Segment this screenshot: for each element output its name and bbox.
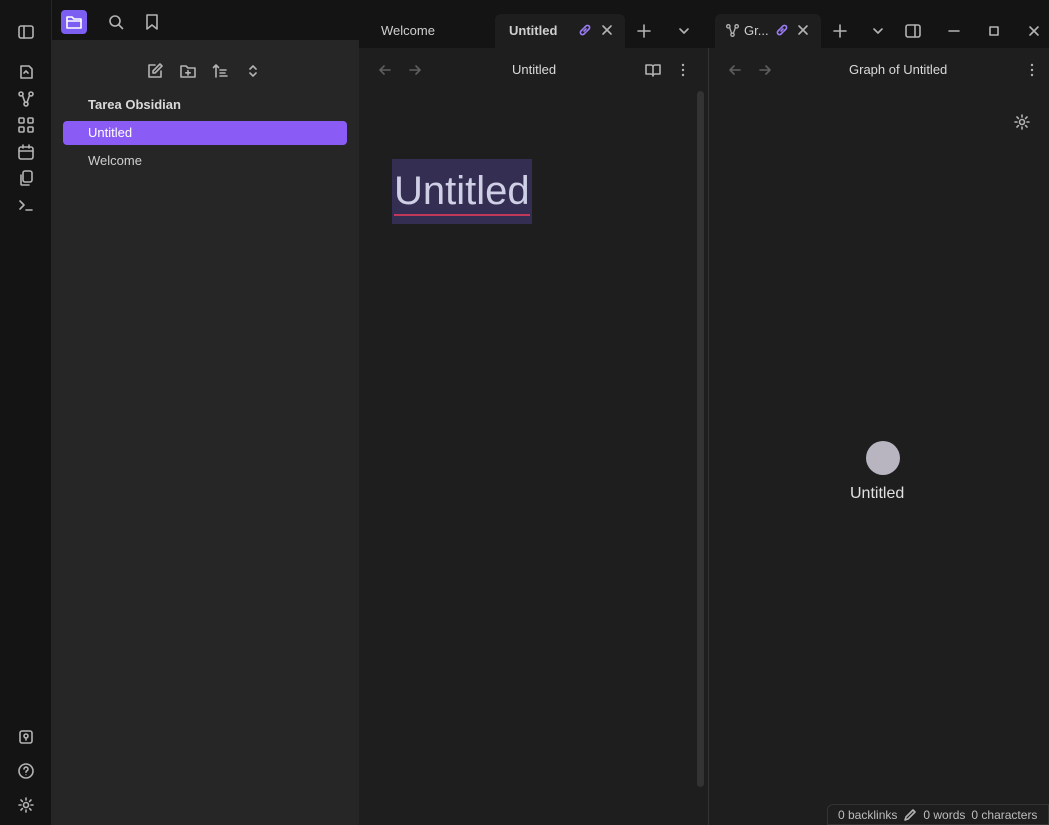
search-tab[interactable] — [103, 10, 129, 34]
ribbon — [0, 0, 52, 825]
new-tab-icon[interactable] — [829, 20, 851, 42]
tab-list-chevron-icon[interactable] — [867, 20, 889, 42]
maximize-window-icon[interactable] — [983, 20, 1005, 42]
new-folder-icon[interactable] — [177, 60, 199, 82]
folder-icon — [65, 13, 83, 31]
note-title-input[interactable]: Untitled — [392, 159, 532, 224]
sort-icon[interactable] — [209, 60, 231, 82]
backlinks-count[interactable]: 0 backlinks — [838, 808, 897, 822]
graph-view-icon[interactable] — [14, 87, 38, 111]
close-tab-icon[interactable] — [795, 22, 811, 38]
files-tab[interactable] — [61, 10, 87, 34]
scrollbar[interactable] — [697, 91, 704, 787]
status-bar: 0 backlinks 0 words 0 characters — [827, 804, 1049, 825]
canvas-icon[interactable] — [14, 113, 38, 137]
tab-bar: Welcome Untitled Gr... — [359, 0, 1049, 48]
edit-pencil-icon[interactable] — [903, 808, 917, 822]
graph-pane: Graph of Untitled Untitled — [708, 48, 1049, 825]
new-note-icon[interactable] — [144, 60, 166, 82]
file-explorer-actions — [52, 60, 359, 82]
close-tab-icon[interactable] — [599, 22, 615, 38]
link-icon — [577, 22, 593, 38]
forward-arrow-icon[interactable] — [755, 60, 775, 80]
more-options-icon[interactable] — [673, 60, 693, 80]
graph-node-label: Untitled — [850, 485, 905, 502]
reading-view-icon[interactable] — [643, 60, 663, 80]
search-icon — [107, 13, 125, 31]
vault-name[interactable]: Tarea Obsidian — [88, 97, 181, 112]
daily-note-icon[interactable] — [14, 140, 38, 164]
forward-arrow-icon[interactable] — [405, 60, 425, 80]
new-tab-icon[interactable] — [633, 20, 655, 42]
file-item-welcome[interactable]: Welcome — [63, 149, 347, 173]
settings-icon[interactable] — [14, 793, 38, 817]
open-quick-switcher-icon[interactable] — [14, 60, 38, 84]
vault-switcher-icon[interactable] — [14, 725, 38, 749]
tab-label: Gr... — [744, 23, 769, 38]
graph-tab-icon — [725, 23, 740, 38]
tab-untitled[interactable]: Untitled — [495, 14, 625, 48]
templates-icon[interactable] — [14, 166, 38, 190]
spellcheck-underline — [394, 214, 530, 216]
command-palette-icon[interactable] — [14, 193, 38, 217]
graph-node[interactable] — [866, 441, 900, 475]
tab-welcome[interactable]: Welcome — [367, 14, 487, 48]
graph-settings-icon[interactable] — [1012, 112, 1032, 132]
bookmark-icon — [143, 13, 161, 31]
file-item-untitled[interactable]: Untitled — [63, 121, 347, 145]
left-sidebar: Tarea Obsidian Untitled Welcome — [52, 0, 359, 825]
tab-label: Welcome — [381, 23, 435, 38]
tab-list-chevron-icon[interactable] — [673, 20, 695, 42]
graph-header-title[interactable]: Graph of Untitled — [849, 62, 947, 77]
sidebar-toggle-icon[interactable] — [14, 20, 38, 44]
editor-header-title[interactable]: Untitled — [512, 62, 556, 77]
expand-collapse-icon[interactable] — [242, 60, 264, 82]
word-count: 0 words — [923, 807, 966, 822]
tab-graph[interactable]: Gr... — [715, 14, 821, 48]
more-options-icon[interactable] — [1022, 60, 1042, 80]
sidebar-tab-strip — [52, 0, 359, 40]
link-icon — [774, 22, 790, 38]
minimize-window-icon[interactable] — [943, 20, 965, 42]
editor-pane: Untitled Untitled — [359, 48, 708, 825]
close-window-icon[interactable] — [1023, 20, 1045, 42]
back-arrow-icon[interactable] — [375, 60, 395, 80]
bookmarks-tab[interactable] — [139, 10, 165, 34]
note-title-text: Untitled — [394, 169, 530, 213]
back-arrow-icon[interactable] — [725, 60, 745, 80]
right-sidebar-toggle-icon[interactable] — [902, 20, 924, 42]
tab-label: Untitled — [509, 23, 558, 38]
character-count: 0 characters — [971, 807, 1038, 822]
help-icon[interactable] — [14, 759, 38, 783]
